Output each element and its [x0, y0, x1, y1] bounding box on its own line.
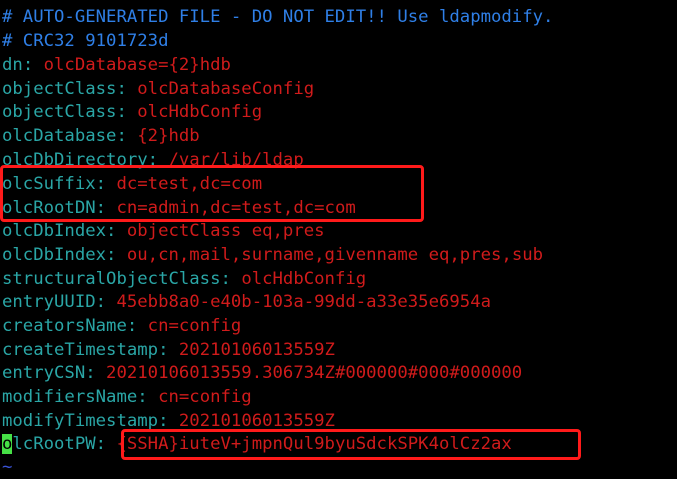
- ldif-line: modifiersName: cn=config: [2, 386, 252, 409]
- separator: :: [116, 102, 138, 122]
- attribute-value: objectClass eq,pres: [126, 221, 325, 241]
- vim-editor[interactable]: # AUTO-GENERATED FILE - DO NOT EDIT!! Us…: [0, 0, 677, 477]
- attribute-name: entryUUID: [2, 292, 96, 312]
- separator: :: [158, 340, 179, 360]
- separator: :: [158, 411, 179, 431]
- attribute-name: objectClass: [2, 79, 117, 99]
- attribute-name: dn: [2, 55, 23, 75]
- attribute-value: 20210106013559.306734Z#000000#000#000000: [106, 363, 523, 383]
- attribute-name: creatorsName: [2, 316, 127, 336]
- ldif-line: entryCSN: 20210106013559.306734Z#000000#…: [2, 362, 522, 385]
- attribute-value: 20210106013559Z: [178, 340, 335, 360]
- highlight-box-suffix-rootdn: [0, 165, 424, 222]
- attribute-value: 45ebb8a0-e40b-103a-99dd-a33e35e6954a: [116, 292, 492, 312]
- attribute-value: 20210106013559Z: [178, 411, 335, 431]
- attribute-value: olcDatabaseConfig: [137, 79, 315, 99]
- attribute-name: olcDatabase: [2, 126, 117, 146]
- attribute-value: olcDatabase={2}hdb: [43, 55, 231, 75]
- ldif-line: objectClass: olcDatabaseConfig: [2, 78, 314, 101]
- separator: :: [106, 221, 127, 241]
- attribute-name: lcRootPW: [12, 434, 96, 454]
- ldif-line: structuralObjectClass: olcHdbConfig: [2, 268, 366, 291]
- separator: :: [95, 292, 117, 312]
- text-cursor[interactable]: o: [2, 434, 13, 454]
- ldif-line: olcDbIndex: ou,cn,mail,surname,givenname…: [2, 244, 543, 267]
- separator: :: [95, 434, 117, 454]
- attribute-name: entryCSN: [2, 363, 86, 383]
- attribute-name: objectClass: [2, 102, 117, 122]
- comment-line: # AUTO-GENERATED FILE - DO NOT EDIT!! Us…: [2, 7, 554, 27]
- separator: :: [116, 79, 138, 99]
- separator: :: [22, 55, 44, 75]
- comment-line: # CRC32 9101723d: [2, 31, 169, 51]
- attribute-value: {2}hdb: [137, 126, 200, 146]
- attribute-value: olcHdbConfig: [241, 269, 367, 289]
- attribute-name: modifiersName: [2, 387, 138, 407]
- ldif-line: dn: olcDatabase={2}hdb: [2, 54, 231, 77]
- separator: :: [137, 387, 159, 407]
- ldif-line: entryUUID: 45ebb8a0-e40b-103a-99dd-a33e3…: [2, 291, 491, 314]
- highlight-box-rootpw: [121, 429, 581, 460]
- separator: :: [126, 316, 148, 336]
- attribute-value: cn=config: [158, 387, 252, 407]
- ldif-line: olcDatabase: {2}hdb: [2, 125, 200, 148]
- separator: :: [85, 363, 107, 383]
- attribute-name: structuralObjectClass: [2, 269, 221, 289]
- attribute-value: olcHdbConfig: [137, 102, 263, 122]
- attribute-value: cn=config: [147, 316, 242, 336]
- separator: :: [106, 245, 127, 265]
- ldif-line: createTimestamp: 20210106013559Z: [2, 339, 335, 362]
- ldif-line: objectClass: olcHdbConfig: [2, 101, 262, 124]
- attribute-name: olcDbIndex: [2, 245, 107, 265]
- attribute-name: modifyTimestamp: [2, 411, 159, 431]
- separator: :: [220, 269, 242, 289]
- empty-line-marker: ~: [2, 457, 13, 477]
- ldif-line: creatorsName: cn=config: [2, 315, 241, 338]
- attribute-name: olcDbIndex: [2, 221, 107, 241]
- attribute-value: ou,cn,mail,surname,givenname eq,pres,sub: [126, 245, 544, 265]
- ldif-line: olcDbIndex: objectClass eq,pres: [2, 220, 325, 243]
- separator: :: [116, 126, 138, 146]
- attribute-name: createTimestamp: [2, 340, 159, 360]
